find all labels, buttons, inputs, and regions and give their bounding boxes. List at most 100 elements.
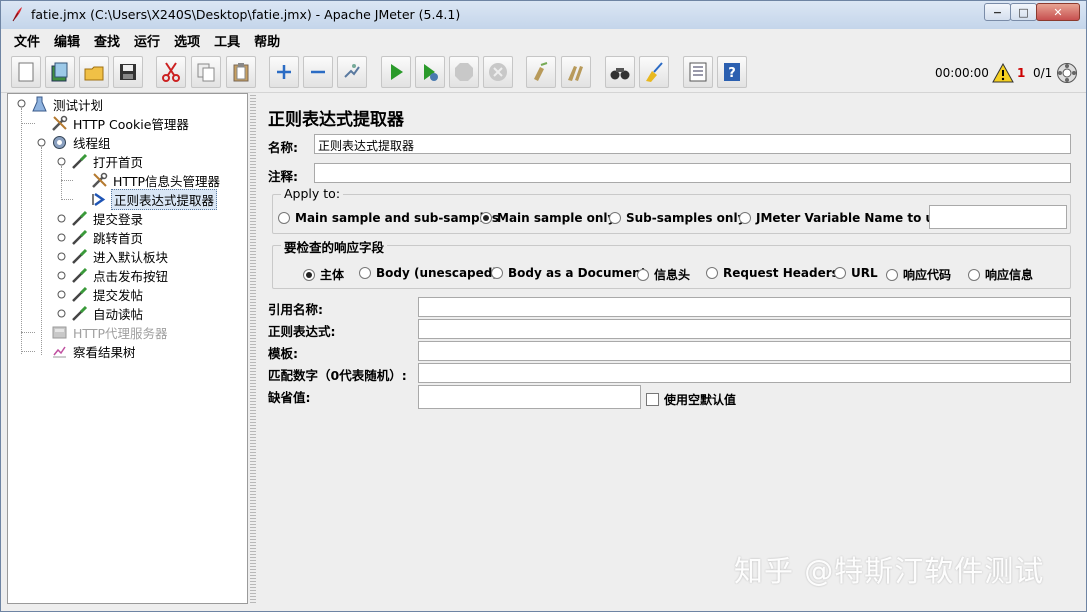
check-body-unescaped-radio[interactable]: Body (unescaped) — [359, 266, 498, 280]
apply-main-only-radio[interactable]: Main sample only — [480, 211, 615, 225]
menu-bar: 文件 编辑 查找 运行 选项 工具 帮助 — [1, 29, 1086, 51]
collapse-all-button[interactable] — [303, 56, 333, 88]
shutdown-button[interactable] — [483, 56, 513, 88]
copy-button[interactable] — [191, 56, 221, 88]
jmeter-variable-field[interactable] — [929, 205, 1067, 229]
open-button[interactable] — [79, 56, 109, 88]
menu-help[interactable]: 帮助 — [247, 31, 287, 50]
tree-node-thread-group[interactable]: 线程组 — [50, 133, 113, 152]
comment-field[interactable] — [314, 163, 1071, 183]
regex-extractor-panel: 正则表达式提取器 名称: 正则表达式提取器 注释: Apply to: Main… — [259, 93, 1083, 604]
sampler-pipette-icon — [71, 229, 87, 245]
apply-main-and-sub-radio[interactable]: Main sample and sub-samples — [278, 211, 499, 225]
checkbox-box — [646, 393, 659, 406]
start-button[interactable] — [381, 56, 411, 88]
cut-button[interactable] — [156, 56, 186, 88]
maximize-button[interactable]: □ — [1010, 3, 1037, 21]
apply-sub-only-radio[interactable]: Sub-samples only — [609, 211, 745, 225]
elapsed-timer: 00:00:00 — [935, 66, 989, 80]
tree-node-sampler[interactable]: 跳转首页 — [70, 228, 145, 247]
tree-expand-handle[interactable] — [57, 290, 66, 299]
test-plan-tree[interactable]: 测试计划 HTTP Cookie管理器 线程组 打开首页 HTTP信息头管理器 … — [7, 93, 248, 604]
post-processor-arrow-icon — [91, 192, 105, 207]
radio-circle — [834, 267, 846, 279]
new-button[interactable] — [11, 56, 41, 88]
tree-node-label: 提交发帖 — [93, 288, 144, 303]
active-threads-count: 0/1 — [1033, 66, 1053, 80]
tree-connector — [21, 123, 35, 124]
tree-node-regex-extractor[interactable]: 正则表达式提取器 — [90, 189, 218, 210]
tree-node-sampler[interactable]: 点击发布按钮 — [70, 266, 170, 285]
apply-jmeter-variable-radio[interactable]: JMeter Variable Name to use — [739, 211, 949, 225]
svg-text:?: ? — [728, 66, 736, 81]
tree-expand-handle[interactable] — [37, 138, 46, 147]
clear-all-button[interactable] — [561, 56, 591, 88]
match-number-field[interactable] — [418, 363, 1071, 383]
function-helper-button[interactable] — [683, 56, 713, 88]
menu-tools[interactable]: 工具 — [207, 31, 247, 50]
minimize-button[interactable]: − — [984, 3, 1011, 21]
templates-button[interactable] — [45, 56, 75, 88]
reset-search-button[interactable] — [639, 56, 669, 88]
config-wrench-icon — [51, 115, 67, 131]
radio-label: 响应信息 — [985, 268, 1034, 282]
save-button[interactable] — [113, 56, 143, 88]
tree-node-sampler[interactable]: 进入默认板块 — [70, 247, 170, 266]
check-body-document-radio[interactable]: Body as a Document — [491, 266, 646, 280]
panel-title: 正则表达式提取器 — [268, 110, 404, 130]
menu-options[interactable]: 选项 — [167, 31, 207, 50]
tree-node-sampler[interactable]: 提交发帖 — [70, 285, 145, 304]
template-field[interactable] — [418, 341, 1071, 361]
start-no-pauses-button[interactable] — [415, 56, 445, 88]
stop-button[interactable] — [449, 56, 479, 88]
check-request-headers-radio[interactable]: Request Headers — [706, 266, 839, 280]
name-field[interactable]: 正则表达式提取器 — [314, 134, 1071, 154]
check-headers-radio[interactable]: 信息头 — [637, 266, 690, 283]
tree-node-header-manager[interactable]: HTTP信息头管理器 — [90, 171, 222, 190]
tree-connector — [61, 180, 73, 181]
toggle-button[interactable] — [337, 56, 367, 88]
tree-node-sampler[interactable]: 打开首页 — [70, 152, 145, 171]
tree-node-test-plan[interactable]: 测试计划 — [30, 95, 105, 114]
window-title: fatie.jmx (C:\Users\X240S\Desktop\fatie.… — [31, 7, 461, 22]
paste-button[interactable] — [226, 56, 256, 88]
tree-expand-handle[interactable] — [57, 252, 66, 261]
tree-node-sampler[interactable]: 提交登录 — [70, 209, 145, 228]
tree-node-label: 点击发布按钮 — [93, 269, 169, 284]
panel-splitter[interactable] — [250, 93, 256, 604]
tree-expand-handle[interactable] — [57, 157, 66, 166]
menu-file[interactable]: 文件 — [7, 31, 47, 50]
tree-node-proxy-server[interactable]: HTTP代理服务器 — [50, 323, 170, 342]
use-empty-default-checkbox[interactable]: 使用空默认值 — [646, 391, 736, 408]
tree-expand-handle[interactable] — [57, 309, 66, 318]
toggle-icon — [344, 64, 360, 78]
tree-expand-handle[interactable] — [57, 214, 66, 223]
expand-all-button[interactable] — [269, 56, 299, 88]
start-no-pause-icon — [424, 64, 438, 81]
tree-expand-handle[interactable] — [17, 99, 26, 108]
check-body-radio[interactable]: 主体 — [303, 266, 344, 283]
cut-icon — [162, 62, 180, 82]
check-response-code-radio[interactable]: 响应代码 — [886, 266, 951, 283]
close-button[interactable]: ✕ — [1036, 3, 1080, 21]
search-button[interactable] — [605, 56, 635, 88]
check-url-radio[interactable]: URL — [834, 266, 878, 280]
menu-edit[interactable]: 编辑 — [47, 31, 87, 50]
clear-button[interactable] — [526, 56, 556, 88]
tree-expand-handle[interactable] — [57, 233, 66, 242]
help-button[interactable]: ? — [717, 56, 747, 88]
menu-run[interactable]: 运行 — [127, 31, 167, 50]
tree-expand-handle[interactable] — [57, 271, 66, 280]
check-response-message-radio[interactable]: 响应信息 — [968, 266, 1033, 283]
reference-name-field[interactable] — [418, 297, 1071, 317]
radio-label: JMeter Variable Name to use — [756, 211, 950, 225]
match-number-label: 匹配数字（0代表随机）: — [268, 368, 407, 383]
regex-field[interactable] — [418, 319, 1071, 339]
tree-node-results-tree[interactable]: 察看结果树 — [50, 342, 138, 361]
default-value-field[interactable] — [418, 385, 641, 409]
tree-node-cookie-manager[interactable]: HTTP Cookie管理器 — [50, 114, 191, 133]
tree-node-sampler[interactable]: 自动读帖 — [70, 304, 145, 323]
sampler-pipette-icon — [71, 210, 87, 226]
warning-icon[interactable] — [992, 63, 1014, 83]
menu-search[interactable]: 查找 — [87, 31, 127, 50]
